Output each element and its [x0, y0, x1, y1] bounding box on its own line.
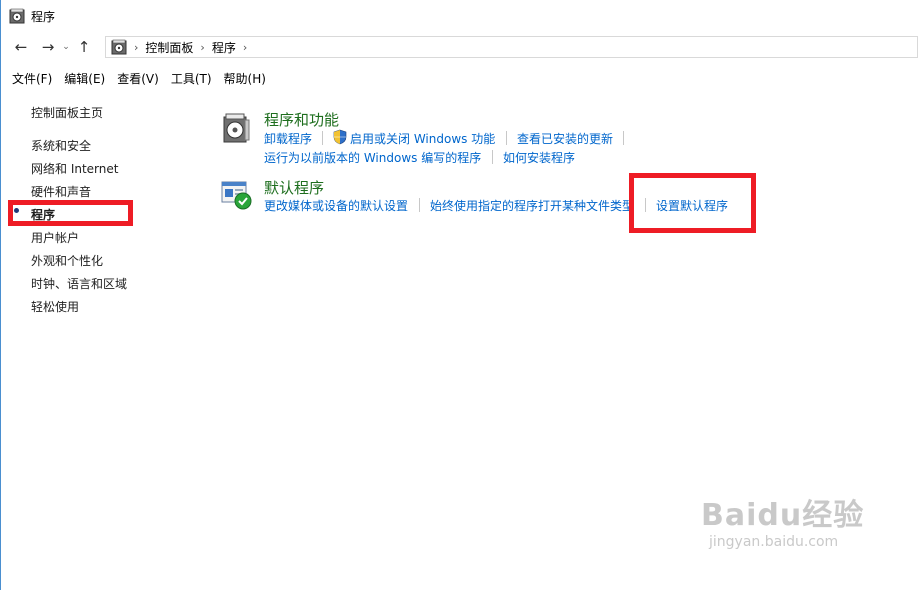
link-view-installed-updates[interactable]: 查看已安装的更新 [517, 130, 613, 147]
chevron-right-icon[interactable]: › [134, 41, 138, 54]
up-arrow-icon[interactable]: ↑ [73, 36, 95, 58]
link-separator [623, 131, 624, 145]
menu-help[interactable]: 帮助(H) [224, 70, 266, 87]
sidebar-item-user-accounts[interactable]: 用户帐户 [31, 229, 79, 246]
sidebar-item-control-panel-home[interactable]: 控制面板主页 [31, 104, 103, 121]
link-run-older-programs[interactable]: 运行为以前版本的 Windows 编写的程序 [264, 149, 481, 166]
link-separator [492, 150, 493, 164]
chevron-right-icon[interactable]: › [243, 41, 247, 54]
highlight-box-set-default-programs [629, 173, 756, 233]
recent-locations-chevron-icon[interactable]: ⌄ [59, 36, 73, 58]
highlight-box-programs [8, 200, 133, 226]
baidu-jingyan-watermark: Baidu经验 jingyan.baidu.com [701, 490, 864, 550]
programs-and-features-icon [223, 113, 250, 143]
category-title-default-programs[interactable]: 默认程序 [264, 177, 324, 198]
sidebar-item-system-security[interactable]: 系统和安全 [31, 137, 91, 154]
back-arrow-icon[interactable]: ← [10, 36, 32, 58]
watermark-url-text: jingyan.baidu.com [709, 534, 839, 550]
sidebar-item-hardware-sound[interactable]: 硬件和声音 [31, 183, 91, 200]
menu-bar: 文件(F) 编辑(E) 查看(V) 工具(T) 帮助(H) [1, 67, 918, 89]
chevron-right-icon[interactable]: › [200, 41, 204, 54]
breadcrumb-programs[interactable]: 程序 [212, 39, 236, 56]
menu-edit[interactable]: 编辑(E) [64, 70, 105, 87]
sidebar-item-ease-of-access[interactable]: 轻松使用 [31, 298, 79, 315]
sidebar-item-network-internet[interactable]: 网络和 Internet [31, 160, 118, 177]
link-always-use-program[interactable]: 始终使用指定的程序打开某种文件类型 [430, 197, 634, 214]
uac-shield-icon [333, 129, 347, 145]
title-bar: 程序 [1, 0, 918, 32]
navigation-bar: ← → ⌄ ↑ › 控制面板 › 程序 › [1, 34, 918, 60]
window-title: 程序 [31, 9, 56, 24]
programs-app-icon [9, 8, 25, 24]
forward-arrow-icon[interactable]: → [37, 36, 59, 58]
link-separator [419, 198, 420, 212]
menu-view[interactable]: 查看(V) [117, 70, 159, 87]
default-programs-icon [221, 181, 252, 210]
sidebar-item-appearance[interactable]: 外观和个性化 [31, 252, 103, 269]
breadcrumb-control-panel[interactable]: 控制面板 [145, 39, 193, 56]
address-bar[interactable]: › 控制面板 › 程序 › [105, 36, 918, 58]
programs-location-icon [111, 39, 127, 55]
link-how-to-install[interactable]: 如何安装程序 [503, 149, 575, 166]
menu-file[interactable]: 文件(F) [12, 70, 52, 87]
link-separator [506, 131, 507, 145]
link-uninstall-program[interactable]: 卸载程序 [264, 130, 312, 147]
link-turn-windows-features[interactable]: 启用或关闭 Windows 功能 [350, 130, 495, 147]
category-title-programs-features[interactable]: 程序和功能 [264, 109, 339, 130]
link-change-media-defaults[interactable]: 更改媒体或设备的默认设置 [264, 197, 408, 214]
watermark-main-text: Baidu经验 [701, 498, 865, 533]
link-separator [322, 131, 323, 145]
menu-tools[interactable]: 工具(T) [171, 70, 212, 87]
sidebar-item-clock-language-region[interactable]: 时钟、语言和区域 [31, 275, 127, 292]
